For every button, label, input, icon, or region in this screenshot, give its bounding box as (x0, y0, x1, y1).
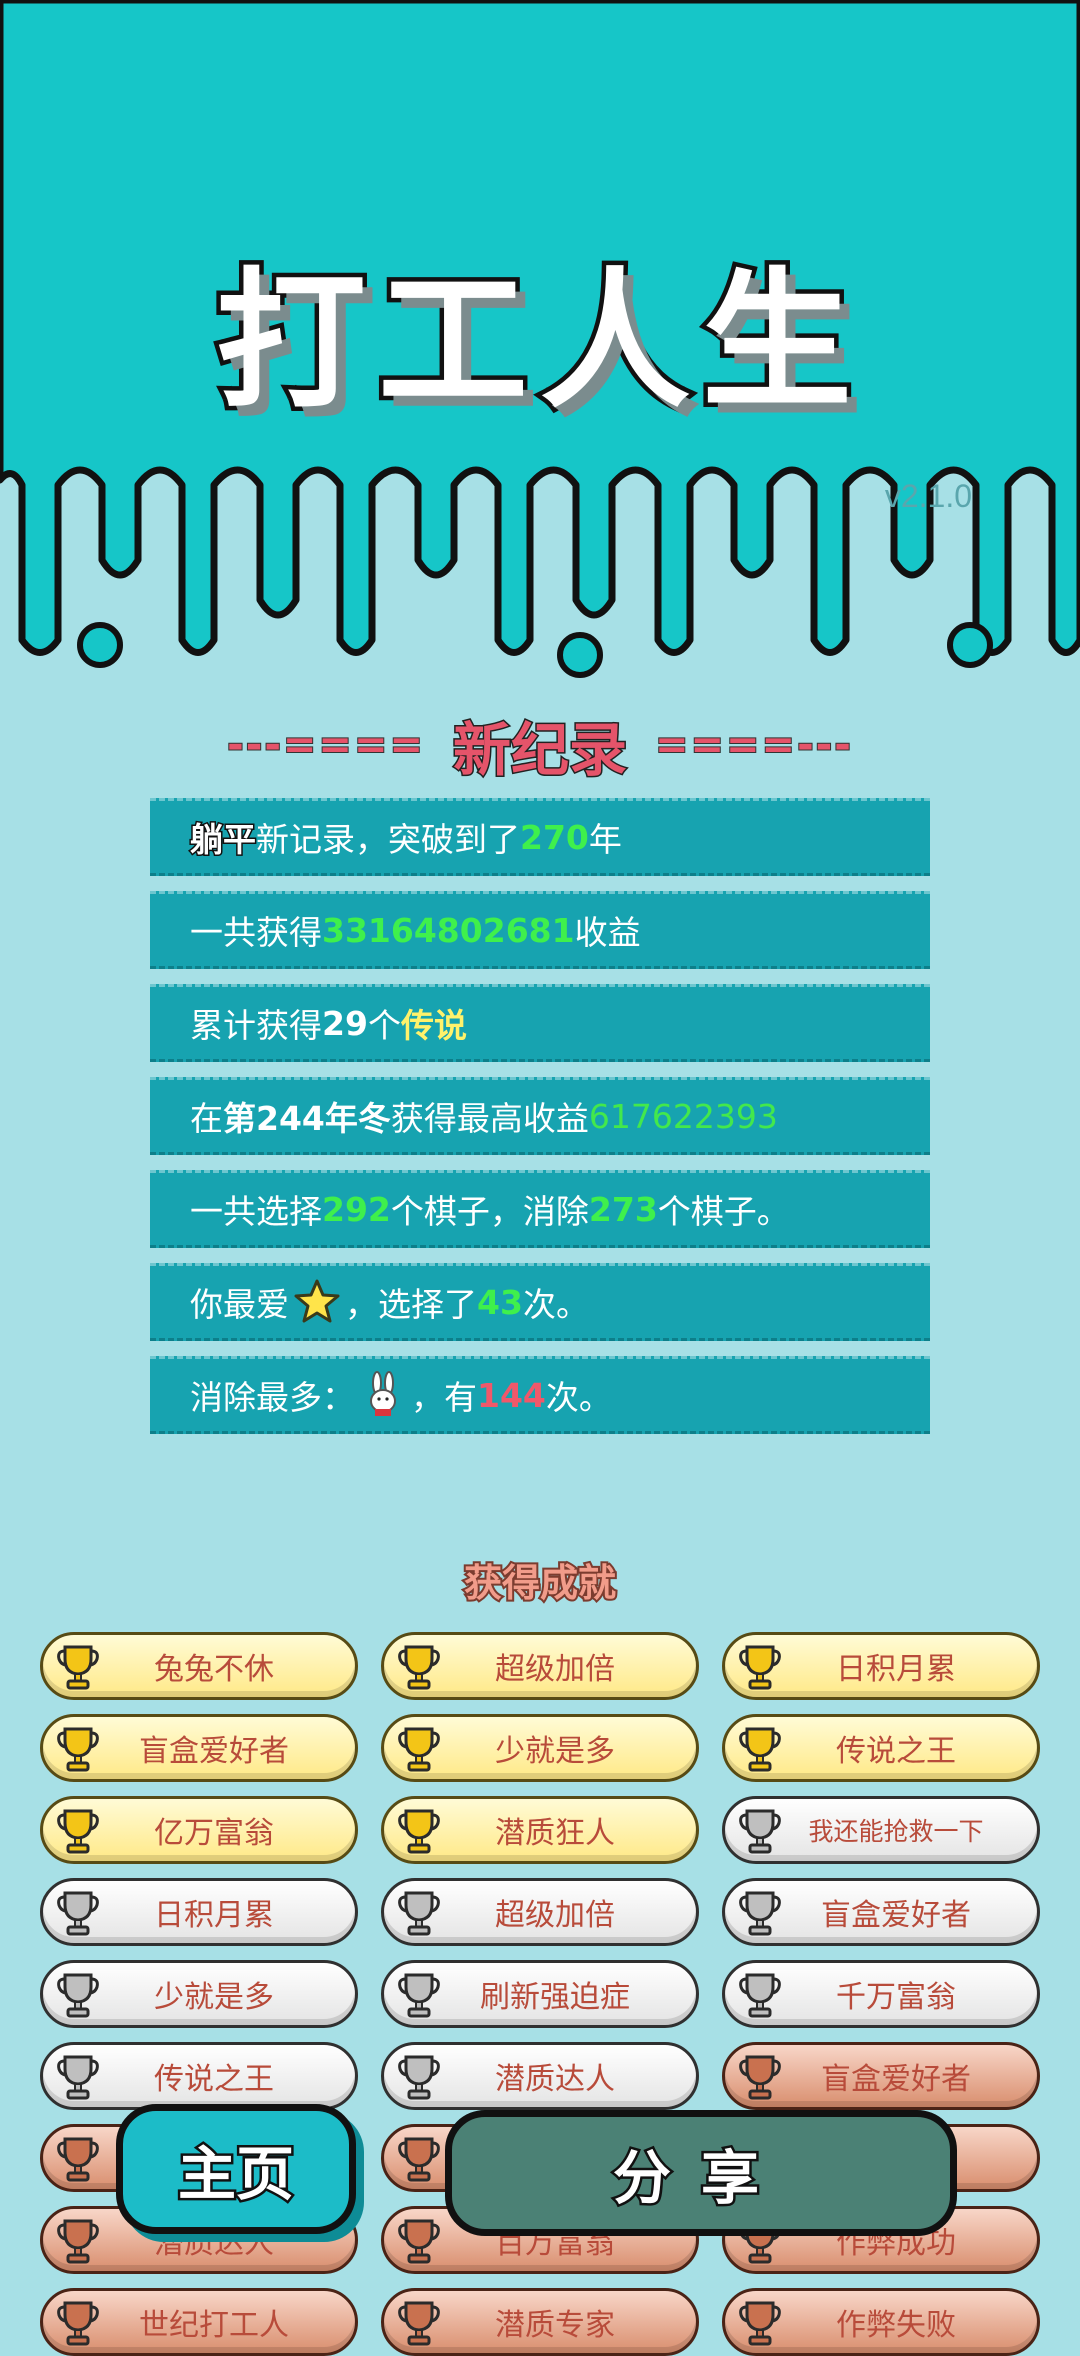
trophy-icon (739, 1645, 781, 1690)
trophy-icon (739, 2055, 781, 2100)
achievement-label: 兔兔不休 (154, 1652, 274, 1687)
achievement-badge: 日积月累 (40, 1878, 358, 1946)
trophy-icon (398, 1727, 440, 1772)
achievement-label: 盲盒爱好者 (139, 1734, 289, 1769)
achievement-label: 超级加倍 (495, 1652, 615, 1687)
achievement-badge: 少就是多 (40, 1960, 358, 2028)
trophy-icon (57, 2055, 99, 2100)
achievement-badge: 千万富翁 (722, 1960, 1040, 2028)
trophy-icon (398, 1809, 440, 1854)
achievement-label: 日积月累 (154, 1898, 274, 1933)
trophy-icon (398, 2219, 440, 2264)
new-record-heading: ---==== 新纪录 ====--- (0, 705, 1080, 786)
trophy-icon (57, 1727, 99, 1772)
achievement-badge: 少就是多 (381, 1714, 699, 1782)
achievement-badge: 刷新强迫症 (381, 1960, 699, 2028)
achievement-label: 传说之王 (154, 2062, 274, 2097)
achievement-label: 传说之王 (836, 1734, 956, 1769)
trophy-icon (398, 1645, 440, 1690)
achievement-label: 潜质达人 (495, 2062, 615, 2097)
trophy-icon (57, 1973, 99, 2018)
achievement-badge: 传说之王 (722, 1714, 1040, 1782)
achievement-badge: 兔兔不休 (40, 1632, 358, 1700)
achievement-badge: 盲盒爱好者 (722, 1878, 1040, 1946)
trophy-icon (739, 1727, 781, 1772)
achievement-label: 潜质狂人 (495, 1816, 615, 1851)
record-row-legends: 累计获得 29 个 传说 (150, 984, 930, 1062)
new-record-title: 新纪录 (451, 715, 628, 786)
achievement-badge: 作弊失败 (722, 2288, 1040, 2356)
achievement-label: 世纪打工人 (139, 2308, 289, 2343)
record-row-favorite: 你最爱 ，选择了 43 次。 (150, 1263, 930, 1341)
trophy-icon (739, 1809, 781, 1854)
achievement-badge: 潜质达人 (381, 2042, 699, 2110)
rabbit-icon (370, 1371, 396, 1416)
trophy-icon (398, 2137, 440, 2182)
trophy-icon (57, 2137, 99, 2182)
achievement-label: 我还能抢救一下 (808, 1817, 984, 1846)
achievement-badge: 我还能抢救一下 (722, 1796, 1040, 1864)
trophy-icon (398, 2055, 440, 2100)
achievements-title: 获得成就 (462, 1559, 618, 1607)
star-icon (294, 1279, 340, 1323)
record-row-most-cleared: 消除最多： ，有 144 次。 (150, 1356, 930, 1434)
heading-right-dashes: ====--- (654, 721, 853, 769)
trophy-icon (739, 1891, 781, 1936)
achievement-badge: 盲盒爱好者 (40, 1714, 358, 1782)
trophy-icon (398, 1891, 440, 1936)
achievement-badge: 超级加倍 (381, 1878, 699, 1946)
share-button[interactable]: 分享 (445, 2110, 957, 2236)
trophy-icon (398, 1973, 440, 2018)
achievement-label: 盲盒爱好者 (821, 2062, 971, 2097)
achievement-badge: 超级加倍 (381, 1632, 699, 1700)
home-button[interactable]: 主页 (116, 2104, 356, 2234)
record-row-total-income: 一共获得 33164802681 收益 (150, 891, 930, 969)
achievement-badge: 日积月累 (722, 1632, 1040, 1700)
achievement-label: 千万富翁 (836, 1980, 956, 2015)
heading-left-dashes: ---==== (226, 721, 425, 769)
achievement-badge: 潜质狂人 (381, 1796, 699, 1864)
achievement-label: 亿万富翁 (154, 1816, 274, 1851)
achievement-label: 盲盒爱好者 (821, 1898, 971, 1933)
trophy-icon (57, 2219, 99, 2264)
record-list: 躺平 新记录，突破到了 270 年 一共获得 33164802681 收益 累计… (150, 798, 930, 1449)
achievement-badge: 盲盒爱好者 (722, 2042, 1040, 2110)
achievement-badge: 传说之王 (40, 2042, 358, 2110)
trophy-icon (57, 1809, 99, 1854)
trophy-icon (739, 1973, 781, 2018)
achievement-label: 少就是多 (495, 1734, 615, 1769)
achievement-label: 潜质专家 (495, 2308, 615, 2343)
record-row-max-income: 在 第244年冬 获得最高收益 617622393 (150, 1077, 930, 1155)
trophy-icon (57, 1645, 99, 1690)
achievements-grid: 兔兔不休 超级加倍 日积月累 盲盒爱好者 少就是多 传说之王 亿万富翁 潜质狂人 我还能抢救一下… (40, 1632, 1040, 2356)
achievement-label: 超级加倍 (495, 1898, 615, 1933)
trophy-icon (57, 1891, 99, 1936)
achievement-badge: 潜质专家 (381, 2288, 699, 2356)
record-row-pieces: 一共选择 292 个棋子，消除 273 个棋子。 (150, 1170, 930, 1248)
record-row-lying-flat: 躺平 新记录，突破到了 270 年 (150, 798, 930, 876)
version-label: v2.1.0 (884, 478, 972, 514)
achievement-badge: 世纪打工人 (40, 2288, 358, 2356)
achievement-label: 作弊失败 (836, 2308, 956, 2343)
achievement-badge: 亿万富翁 (40, 1796, 358, 1864)
app-title: 打工人生 (211, 251, 864, 434)
achievement-label: 日积月累 (836, 1652, 956, 1687)
achievement-label: 刷新强迫症 (480, 1980, 630, 2015)
achievement-label: 少就是多 (154, 1980, 274, 2015)
